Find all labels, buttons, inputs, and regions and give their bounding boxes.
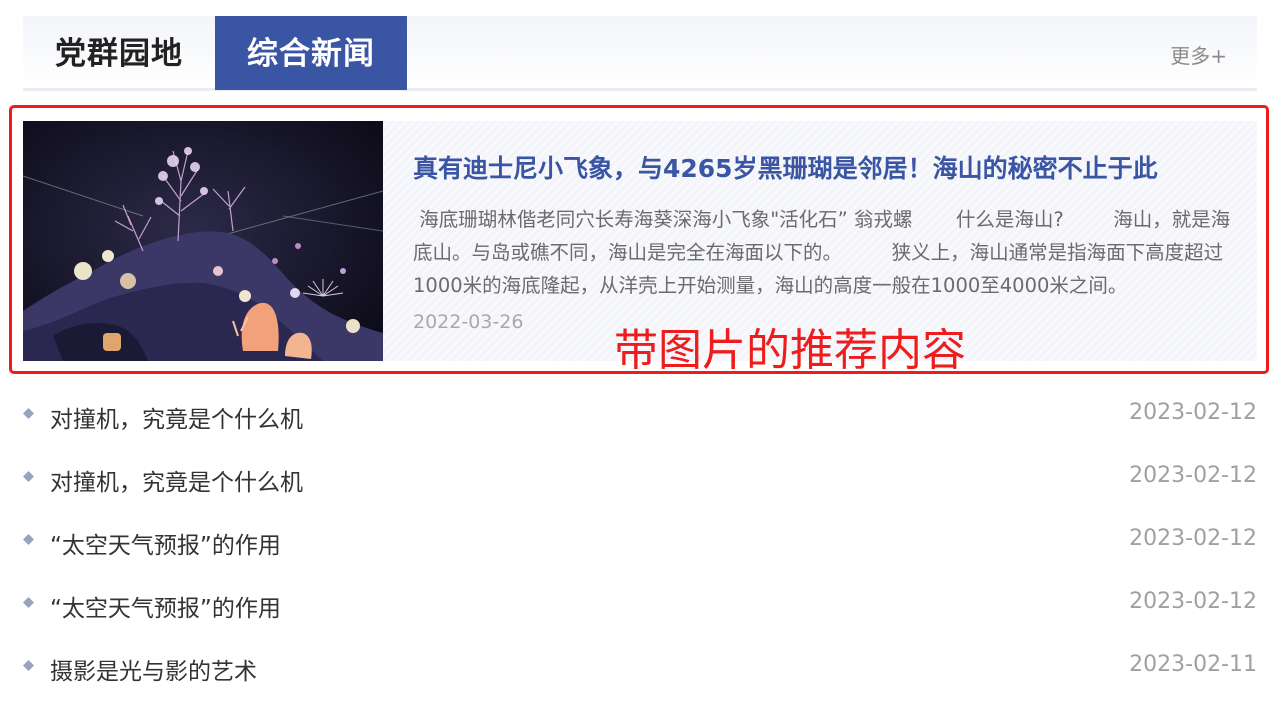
news-title[interactable]: 摄影是光与影的艺术 xyxy=(50,652,257,686)
diamond-bullet-icon xyxy=(23,597,34,608)
news-date: 2023-02-11 xyxy=(1129,652,1257,677)
featured-date: 2022-03-26 xyxy=(413,311,524,333)
news-title[interactable]: “太空天气预报”的作用 xyxy=(50,526,281,560)
diamond-bullet-icon xyxy=(23,660,34,671)
news-item[interactable]: 对撞机，究竟是个什么机 2023-02-12 xyxy=(23,447,1257,510)
tab-general-news[interactable]: 综合新闻 xyxy=(215,16,407,90)
news-date: 2023-02-12 xyxy=(1129,400,1257,425)
news-date: 2023-02-12 xyxy=(1129,589,1257,614)
news-title[interactable]: 对撞机，究竟是个什么机 xyxy=(50,463,303,497)
news-item[interactable]: “太空天气预报”的作用 2023-02-12 xyxy=(23,510,1257,573)
more-link[interactable]: 更多+ xyxy=(1170,40,1227,69)
news-item[interactable]: 对撞机，究竟是个什么机 2023-02-12 xyxy=(23,384,1257,447)
featured-title[interactable]: 真有迪士尼小飞象，与4265岁黑珊瑚是邻居！海山的秘密不止于此 xyxy=(413,149,1243,185)
news-date: 2023-02-12 xyxy=(1129,463,1257,488)
news-title[interactable]: 对撞机，究竟是个什么机 xyxy=(50,400,303,434)
featured-article[interactable]: 真有迪士尼小飞象，与4265岁黑珊瑚是邻居！海山的秘密不止于此 海底珊瑚林偕老同… xyxy=(23,121,1257,361)
news-tab-bar: 党群园地 综合新闻 更多+ xyxy=(23,16,1257,91)
tab-party-garden[interactable]: 党群园地 xyxy=(23,16,215,90)
news-title[interactable]: “太空天气预报”的作用 xyxy=(50,589,281,623)
featured-summary: 海底珊瑚林偕老同穴长寿海葵深海小飞象"活化石” 翁戎螺 什么是海山? 海山，就是… xyxy=(413,208,1231,297)
diamond-bullet-icon xyxy=(23,471,34,482)
news-item[interactable]: “太空天气预报”的作用 2023-02-12 xyxy=(23,573,1257,636)
featured-image[interactable] xyxy=(23,121,383,361)
diamond-bullet-icon xyxy=(23,408,34,419)
diamond-bullet-icon xyxy=(23,534,34,545)
news-date: 2023-02-12 xyxy=(1129,526,1257,551)
news-item[interactable]: 摄影是光与影的艺术 2023-02-11 xyxy=(23,636,1257,699)
news-list: 对撞机，究竟是个什么机 2023-02-12 对撞机，究竟是个什么机 2023-… xyxy=(23,384,1257,699)
